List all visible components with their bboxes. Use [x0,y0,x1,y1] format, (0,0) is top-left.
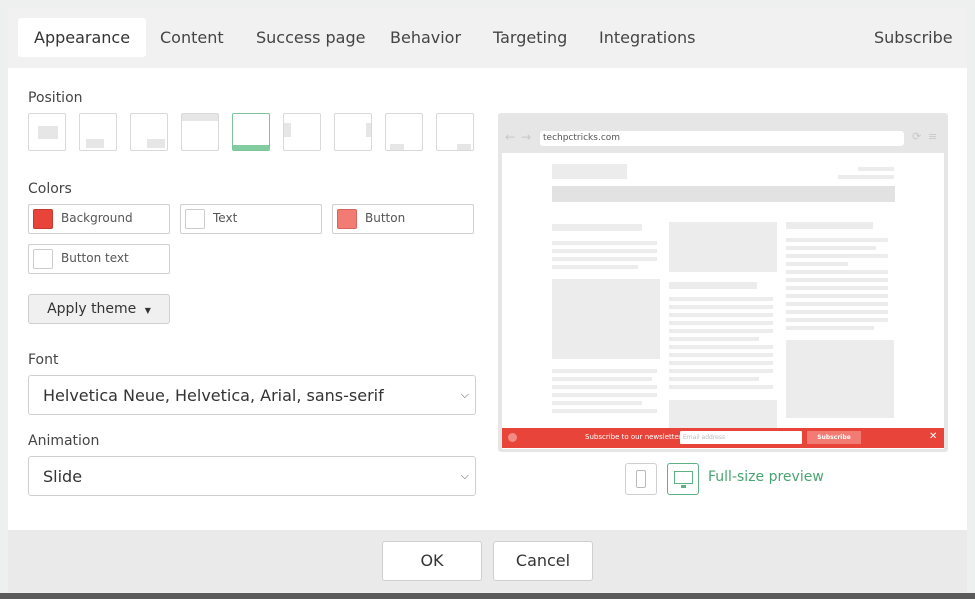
color-label-background: Background [61,211,133,225]
color-label-text: Text [213,211,238,225]
color-swatch-background [33,209,53,229]
position-option-right-side[interactable] [334,113,372,151]
tab-integrations[interactable]: Integrations [583,18,712,57]
font-label: Font [28,352,59,368]
font-select-value: Helvetica Neue, Helvetica, Arial, sans-s… [43,386,384,405]
animation-select-value: Slide [43,467,83,486]
browser-preview: ← → techpctricks.com ⟳ ≡ Subscribe to ou… [498,113,948,452]
tab-success-page[interactable]: Success page [240,18,381,57]
color-button-text[interactable]: Button text [28,244,170,274]
reload-icon: ⟳ [912,130,922,143]
menu-icon: ≡ [928,130,938,143]
color-text[interactable]: Text [180,204,322,234]
apply-theme-button[interactable]: Apply theme ▼ [28,294,170,324]
dialog-footer [8,530,967,592]
preview-subscribe-bar: Subscribe to our newsletter Email addres… [502,428,944,448]
chevron-down-icon: ⌵ [460,388,469,401]
position-label: Position [28,90,83,106]
preview-page [502,153,944,449]
tab-behavior[interactable]: Behavior [374,18,477,57]
position-option-bottom-right-small[interactable] [436,113,474,151]
browser-toolbar: ← → techpctricks.com ⟳ ≡ [498,113,948,151]
preview-subscribe-button: Subscribe [807,431,861,444]
chevron-down-icon: ⌵ [460,469,469,482]
tab-appearance[interactable]: Appearance [18,18,147,57]
color-background[interactable]: Background [28,204,170,234]
font-select[interactable]: Helvetica Neue, Helvetica, Arial, sans-s… [28,375,476,415]
position-option-center-modal[interactable] [28,113,66,151]
full-size-preview-link[interactable]: Full-size preview [708,469,824,485]
browser-url: techpctricks.com [540,131,904,146]
desktop-preview-button[interactable] [667,463,699,495]
color-swatch-text [185,209,205,229]
tab-subscribe[interactable]: Subscribe [858,18,969,57]
position-option-bottom-left-small[interactable] [385,113,423,151]
color-swatch-button [337,209,357,229]
position-option-bottom-right[interactable] [130,113,168,151]
caret-down-icon: ▼ [144,306,151,315]
tab-bar: Appearance Content Success page Behavior… [8,8,967,68]
bottom-edge [0,593,975,599]
color-button[interactable]: Button [332,204,474,234]
bar-logo-icon [508,433,517,442]
position-option-left-side[interactable] [283,113,321,151]
mobile-preview-button[interactable] [625,463,657,495]
animation-label: Animation [28,433,100,449]
position-option-bottom-bar[interactable] [232,113,270,151]
color-swatch-button-text [33,249,53,269]
preview-bar-text: Subscribe to our newsletter [585,433,682,441]
close-icon: ✕ [929,431,938,442]
position-option-top-bar[interactable] [181,113,219,151]
color-label-button: Button [365,211,406,225]
animation-select[interactable]: Slide ⌵ [28,456,476,496]
mobile-icon [636,470,646,488]
color-label-button-text: Button text [61,251,129,265]
preview-email-field: Email address [680,431,802,444]
back-arrow-icon: ← [505,130,516,144]
tab-targeting[interactable]: Targeting [477,18,583,57]
apply-theme-label: Apply theme [47,301,137,317]
forward-arrow-icon: → [521,130,532,144]
desktop-stand [681,485,686,488]
tab-content[interactable]: Content [144,18,240,57]
colors-label: Colors [28,181,72,197]
ok-button[interactable]: OK [382,541,482,581]
position-option-bottom-center[interactable] [79,113,117,151]
desktop-icon [674,471,693,484]
cancel-button[interactable]: Cancel [493,541,593,581]
